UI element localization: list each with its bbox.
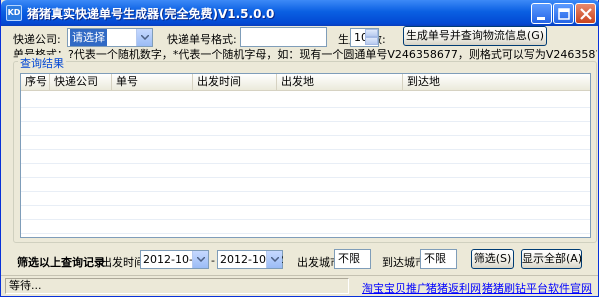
chevron-down-icon: [141, 35, 149, 40]
courier-dropdown-button[interactable]: [136, 29, 152, 46]
minimize-icon: [537, 17, 545, 20]
courier-select-value: 请选择: [70, 29, 107, 46]
filter-title: 筛选以上查询记录: [17, 256, 105, 269]
column-header-origin[interactable]: 出发地: [277, 74, 403, 91]
results-table[interactable]: 序号 快递公司 单号 出发时间 出发地 到达地: [20, 73, 591, 238]
filter-button[interactable]: 筛选(S): [471, 249, 514, 269]
count-stepper-arrows[interactable]: [365, 29, 378, 46]
maximize-icon: [558, 8, 570, 20]
courier-label: 快递公司:: [13, 33, 61, 46]
format-label: 快递单号格式:: [167, 33, 237, 46]
minimize-button[interactable]: [531, 3, 552, 24]
maximize-button[interactable]: [553, 3, 574, 24]
status-bar: 等待... 淘宝宝贝推广 猪猪返利网 猪猪刷钻平台 软件官网: [1, 275, 598, 296]
courier-select[interactable]: 请选择: [67, 28, 153, 47]
show-all-button[interactable]: 显示全部(A): [521, 249, 582, 269]
chevron-down-icon: [271, 257, 279, 262]
title-bar[interactable]: KD 猪猪真实快递单号生成器(完全免费)V1.5.0.0: [1, 0, 599, 26]
results-group: 查询结果 序号 快递公司 单号 出发时间 出发地 到达地: [13, 55, 597, 243]
chevron-down-icon: [197, 257, 205, 262]
column-header-tracking-no[interactable]: 单号: [112, 74, 193, 91]
results-group-title: 查询结果: [18, 55, 66, 71]
close-icon: [580, 8, 592, 20]
window-title: 猪猪真实快递单号生成器(完全免费)V1.5.0.0: [27, 7, 275, 21]
date-to-dropdown-button[interactable]: [266, 251, 282, 268]
generate-button[interactable]: 生成单号并查询物流信息(G): [403, 26, 547, 46]
column-header-courier[interactable]: 快递公司: [50, 74, 112, 91]
column-header-depart-time[interactable]: 出发时间: [193, 74, 277, 91]
status-text: 等待...: [5, 278, 349, 294]
link-official-site[interactable]: 软件官网: [548, 280, 592, 296]
link-rebate-site[interactable]: 猪猪返利网: [426, 280, 481, 296]
link-diamond-platform[interactable]: 猪猪刷钻平台: [482, 280, 548, 296]
results-table-header: 序号 快递公司 单号 出发时间 出发地 到达地: [21, 74, 590, 91]
date-from-picker[interactable]: 2012-10-09: [140, 250, 209, 269]
app-icon: KD: [6, 5, 22, 21]
depart-city-input[interactable]: 不限: [334, 249, 371, 269]
main-window: KD 猪猪真实快递单号生成器(完全免费)V1.5.0.0 快递公司: 请选择 快…: [0, 0, 599, 297]
column-header-index[interactable]: 序号: [21, 74, 50, 91]
format-input[interactable]: [240, 27, 327, 47]
link-taobao-promo[interactable]: 淘宝宝贝推广: [362, 280, 428, 296]
column-header-destination[interactable]: 到达地: [403, 74, 590, 91]
arrive-city-input[interactable]: 不限: [420, 249, 457, 269]
date-from-dropdown-button[interactable]: [192, 251, 208, 268]
count-stepper[interactable]: 100: [350, 28, 379, 47]
close-button[interactable]: [575, 3, 596, 24]
format-hint: 单号格式：?代表一个随机数字，*代表一个随机字母，如：现有一个圆通单号V2463…: [13, 48, 597, 61]
date-separator: -: [211, 254, 215, 267]
date-to-picker[interactable]: 2012-10-12: [217, 250, 284, 269]
